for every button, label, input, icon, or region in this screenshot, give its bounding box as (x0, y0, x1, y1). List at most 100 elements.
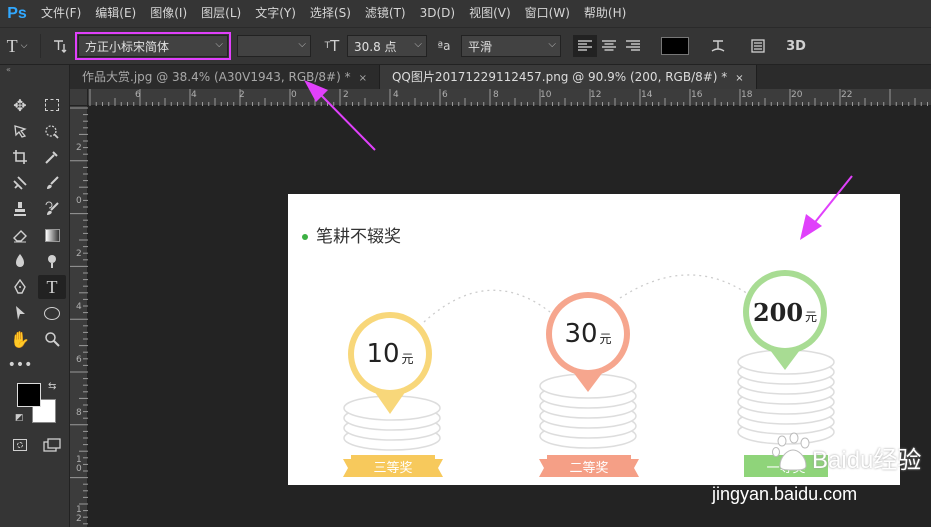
ellipse-tool-icon[interactable] (38, 301, 66, 325)
align-right-icon[interactable] (621, 35, 645, 57)
foreground-color-swatch[interactable] (17, 383, 41, 407)
font-style-select[interactable]: ⌵ (237, 35, 311, 57)
prize-1st-number: 200 (752, 297, 804, 327)
ruler-label: 16 (691, 90, 703, 100)
ruler-label: 22 (841, 90, 853, 100)
gradient-tool-icon[interactable] (38, 223, 66, 247)
photoshop-logo[interactable]: Ps (0, 5, 34, 23)
horizontal-ruler[interactable]: 6 4 2 0 2 4 6 8 10 12 14 16 18 20 22 (88, 89, 931, 106)
toggle-orientation-icon[interactable] (49, 38, 71, 54)
chevron-down-icon: ⌵ (414, 39, 422, 50)
font-family-select[interactable]: 方正小标宋简体 ⌵ (78, 35, 228, 57)
hand-tool-icon[interactable]: ✋ (6, 327, 34, 351)
collapse-icon[interactable]: « (6, 65, 11, 74)
align-center-icon[interactable] (597, 35, 621, 57)
ruler-ticks (89, 89, 928, 106)
tab-label: 作品大赏.jpg @ 38.4% (A30V1943, RGB/8#) * (82, 70, 351, 84)
healing-brush-tool-icon[interactable] (6, 171, 34, 195)
history-brush-tool-icon[interactable] (38, 197, 66, 221)
ruler-label: 10 (540, 90, 552, 100)
menu-view[interactable]: 视图(V) (462, 0, 518, 27)
prize-3rd-unit: 元 (401, 351, 414, 366)
ruler-label: 6 (442, 90, 448, 100)
more-tools-icon[interactable]: ••• (6, 353, 34, 377)
chevron-down-icon: ⌵ (215, 39, 223, 50)
ruler-label: 6 (76, 355, 82, 365)
dodge-tool-icon[interactable] (38, 249, 66, 273)
path-selection-tool-icon[interactable] (6, 301, 34, 325)
crop-tool-icon[interactable] (6, 145, 34, 169)
menu-3d[interactable]: 3D(D) (413, 0, 462, 27)
screen-mode-icon[interactable] (38, 433, 66, 457)
menu-filter[interactable]: 滤镜(T) (358, 0, 413, 27)
prize-1st-unit: 元 (805, 309, 818, 324)
blur-tool-icon[interactable] (6, 249, 34, 273)
menu-bar: Ps 文件(F) 编辑(E) 图像(I) 图层(L) 文字(Y) 选择(S) 滤… (0, 0, 931, 27)
font-family-value: 方正小标宋简体 (85, 39, 170, 54)
antialias-icon: ªa (437, 39, 451, 53)
quick-mask-icon[interactable] (6, 433, 34, 457)
antialias-select[interactable]: 平滑 ⌵ (461, 35, 561, 57)
menu-window[interactable]: 窗口(W) (518, 0, 577, 27)
eraser-tool-icon[interactable] (6, 223, 34, 247)
3d-icon[interactable]: 3D (781, 39, 811, 54)
type-tool-icon[interactable]: T (38, 275, 66, 299)
warp-text-icon[interactable] (703, 38, 733, 54)
prize-3rd-label: 三等奖 (373, 460, 413, 476)
swap-colors-icon[interactable]: ⇆ (48, 381, 56, 392)
default-colors-icon[interactable]: ◩ (15, 413, 24, 423)
font-family-highlight: 方正小标宋简体 ⌵ (75, 32, 231, 60)
menu-layer[interactable]: 图层(L) (194, 0, 248, 27)
clone-stamp-tool-icon[interactable] (6, 197, 34, 221)
document-tabs: 作品大赏.jpg @ 38.4% (A30V1943, RGB/8#) * × Q… (70, 65, 931, 89)
menu-help[interactable]: 帮助(H) (577, 0, 633, 27)
prize-2nd-number: 30 (564, 319, 598, 349)
menu-image[interactable]: 图像(I) (143, 0, 194, 27)
quick-selection-tool-icon[interactable] (38, 119, 66, 143)
eyedropper-tool-icon[interactable] (38, 145, 66, 169)
ruler-label: 1 2 (76, 505, 82, 524)
text-color-swatch[interactable] (661, 37, 689, 55)
menu-type[interactable]: 文字(Y) (248, 0, 303, 27)
ruler-label: 12 (590, 90, 602, 100)
antialias-value: 平滑 (468, 39, 493, 54)
ruler-label: 4 (191, 90, 197, 100)
divider (40, 34, 41, 58)
close-icon[interactable]: × (735, 73, 743, 84)
prize-3rd-amount: 10 元 (354, 318, 426, 390)
font-size-select[interactable]: 30.8 点 ⌵ (347, 35, 427, 57)
close-icon[interactable]: × (359, 73, 367, 84)
tab-label: QQ图片20171229112457.png @ 90.9% (200, RGB… (391, 70, 728, 84)
zoom-tool-icon[interactable] (38, 327, 66, 351)
ruler-label: 2 (239, 90, 245, 100)
font-size-icon: TT (324, 37, 340, 55)
prize-1st-amount: 200 元 (749, 276, 821, 348)
vertical-ruler[interactable]: 2 0 2 4 6 8 1 0 1 2 (70, 106, 88, 527)
text-tool-preset-icon[interactable]: T ⌵ (0, 36, 34, 57)
align-left-icon[interactable] (573, 35, 597, 57)
move-tool-icon[interactable]: ✥ (6, 93, 34, 117)
tab-document-2[interactable]: QQ图片20171229112457.png @ 90.9% (200, RGB… (379, 65, 757, 89)
tab-document-1[interactable]: 作品大赏.jpg @ 38.4% (A30V1943, RGB/8#) * × (70, 65, 380, 89)
ruler-label: 2 (76, 143, 82, 153)
pen-tool-icon[interactable] (6, 275, 34, 299)
ruler-label: 0 (76, 196, 82, 206)
menu-file[interactable]: 文件(F) (34, 0, 88, 27)
menu-select[interactable]: 选择(S) (303, 0, 358, 27)
menu-edit[interactable]: 编辑(E) (88, 0, 143, 27)
marquee-tool-icon[interactable] (38, 93, 66, 117)
ruler-label: 0 (291, 90, 297, 100)
lasso-tool-icon[interactable] (6, 119, 34, 143)
text-tool-glyph: T (6, 35, 18, 56)
ruler-label: 6 (135, 90, 141, 100)
ruler-label: 4 (76, 302, 82, 312)
pin-1st-tip (767, 346, 803, 370)
tools-panel: « ✥ T ✋ ••• ⇆ ◩ (0, 65, 70, 527)
prize-2nd-unit: 元 (599, 331, 612, 346)
baidu-paw-logo (772, 432, 810, 471)
character-panel-icon[interactable] (743, 38, 773, 54)
ruler-origin[interactable] (70, 89, 88, 106)
brush-tool-icon[interactable] (38, 171, 66, 195)
ruler-label: 8 (76, 408, 82, 418)
watermark-brand: Baidu经验 (812, 447, 922, 474)
